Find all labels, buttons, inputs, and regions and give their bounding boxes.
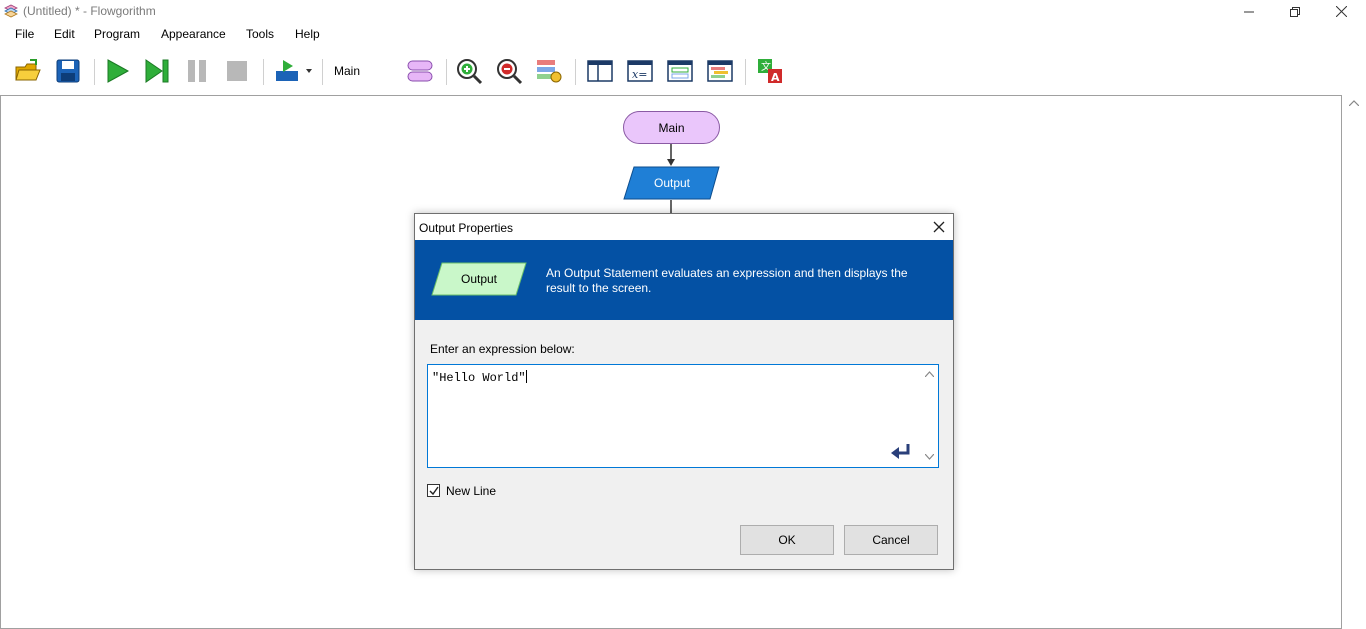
- zoom-in-icon[interactable]: [455, 57, 483, 85]
- svg-text:A: A: [771, 71, 780, 84]
- toolbar-separator: [263, 59, 264, 85]
- output-node-label: Output: [653, 176, 691, 190]
- menu-help[interactable]: Help: [295, 27, 320, 41]
- stop-icon[interactable]: [223, 57, 251, 85]
- open-folder-icon[interactable]: [14, 57, 42, 85]
- scroll-up-icon[interactable]: [925, 371, 934, 377]
- toolbar-separator: [446, 59, 447, 85]
- output-properties-dialog: Output Properties Output An Output State…: [414, 213, 954, 570]
- expression-label: Enter an expression below:: [430, 342, 575, 356]
- variable-watch-icon[interactable]: x=: [626, 57, 654, 85]
- new-line-label[interactable]: New Line: [446, 484, 496, 498]
- dialog-title: Output Properties: [419, 221, 514, 235]
- menu-tools[interactable]: Tools: [246, 27, 274, 41]
- expression-scrollbar[interactable]: [921, 365, 938, 467]
- close-icon: [1335, 6, 1347, 17]
- restore-button[interactable]: [1272, 0, 1318, 23]
- function-shape-icon[interactable]: [406, 57, 434, 85]
- run-icon[interactable]: [103, 57, 131, 85]
- close-button[interactable]: [1318, 0, 1364, 23]
- window-title: (Untitled) * - Flowgorithm: [23, 4, 156, 18]
- start-node-main[interactable]: Main: [623, 111, 720, 144]
- toolbar-separator: [575, 59, 576, 85]
- output-shape-preview: Output: [430, 262, 528, 296]
- translate-icon[interactable]: 文 A: [756, 57, 784, 85]
- function-select[interactable]: Main: [334, 64, 360, 78]
- checkmark-icon: [429, 486, 439, 496]
- output-shape-label: Output: [460, 272, 498, 286]
- output-node[interactable]: Output: [622, 166, 722, 200]
- expression-value: "Hello World": [432, 371, 526, 385]
- enter-icon[interactable]: [890, 443, 912, 461]
- ok-button[interactable]: OK: [740, 525, 834, 555]
- step-icon[interactable]: [143, 57, 171, 85]
- text-caret: [525, 370, 527, 383]
- toolbar-separator: [745, 59, 746, 85]
- scroll-down-icon[interactable]: [925, 454, 934, 460]
- dialog-description: An Output Statement evaluates an express…: [546, 266, 908, 295]
- zoom-out-icon[interactable]: [495, 57, 523, 85]
- new-line-checkbox[interactable]: [427, 484, 440, 497]
- console-window-icon[interactable]: [666, 57, 694, 85]
- vertical-scrollbar[interactable]: [1342, 95, 1366, 629]
- toolbar-separator: [94, 59, 95, 85]
- run-mode-icon[interactable]: [273, 57, 315, 85]
- menu-edit[interactable]: Edit: [54, 27, 75, 41]
- menu-file[interactable]: File: [15, 27, 34, 41]
- svg-text:x=: x=: [632, 68, 647, 81]
- menu-bar: File Edit Program Appearance Tools Help: [0, 23, 1366, 45]
- flowgorithm-app-icon: [4, 4, 18, 18]
- save-icon[interactable]: [54, 57, 82, 85]
- dialog-title-bar: Output Properties: [415, 214, 953, 240]
- close-icon[interactable]: [931, 219, 947, 235]
- minimize-button[interactable]: [1226, 0, 1272, 23]
- dialog-header: Output An Output Statement evaluates an …: [415, 240, 953, 320]
- toolbar: Main x= 文 A: [0, 45, 1366, 117]
- menu-appearance[interactable]: Appearance: [161, 27, 226, 41]
- minimize-icon: [1244, 11, 1254, 12]
- source-code-icon[interactable]: [706, 57, 734, 85]
- title-bar: (Untitled) * - Flowgorithm: [0, 0, 1366, 23]
- pause-icon[interactable]: [183, 57, 211, 85]
- cancel-button[interactable]: Cancel: [844, 525, 938, 555]
- restore-icon: [1290, 6, 1300, 17]
- menu-program[interactable]: Program: [94, 27, 140, 41]
- scroll-up-icon[interactable]: [1349, 100, 1359, 106]
- toolbar-separator: [322, 59, 323, 85]
- layout-window-icon[interactable]: [586, 57, 614, 85]
- chart-style-icon[interactable]: [535, 57, 563, 85]
- expression-input[interactable]: "Hello World": [427, 364, 939, 468]
